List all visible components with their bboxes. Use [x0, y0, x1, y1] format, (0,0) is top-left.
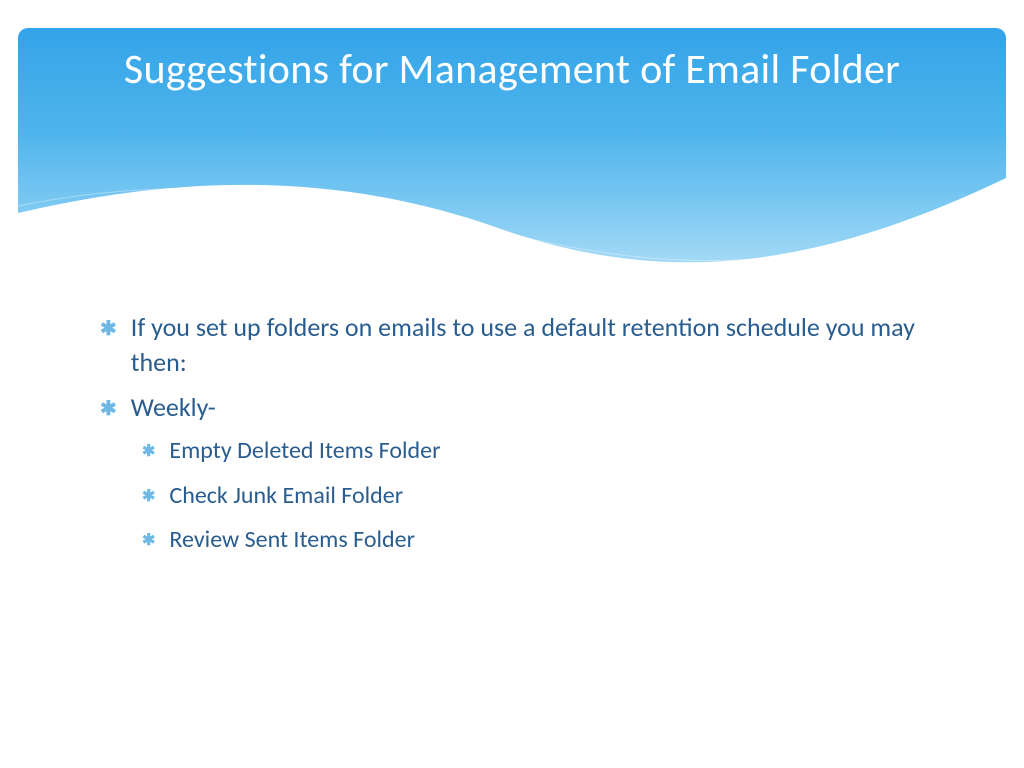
- list-item: ✱ If you set up folders on emails to use…: [100, 310, 944, 380]
- bullet-text: If you set up folders on emails to use a…: [131, 310, 944, 380]
- presentation-slide: Suggestions for Management of Email Fold…: [0, 0, 1024, 768]
- list-item: ✱ Review Sent Items Folder: [100, 524, 944, 556]
- slide-body: ✱ If you set up folders on emails to use…: [100, 310, 944, 568]
- asterisk-icon: ✱: [100, 396, 117, 423]
- asterisk-icon: ✱: [142, 486, 155, 508]
- bullet-text: Weekly-: [131, 390, 944, 425]
- list-item: ✱ Check Junk Email Folder: [100, 480, 944, 512]
- slide-title: Suggestions for Management of Email Fold…: [18, 44, 1006, 97]
- list-item: ✱ Weekly-: [100, 390, 944, 425]
- list-item: ✱ Empty Deleted Items Folder: [100, 435, 944, 467]
- asterisk-icon: ✱: [100, 316, 117, 343]
- bullet-text: Review Sent Items Folder: [169, 524, 944, 556]
- bullet-text: Check Junk Email Folder: [169, 480, 944, 512]
- bullet-text: Empty Deleted Items Folder: [169, 435, 944, 467]
- asterisk-icon: ✱: [142, 441, 155, 463]
- asterisk-icon: ✱: [142, 530, 155, 552]
